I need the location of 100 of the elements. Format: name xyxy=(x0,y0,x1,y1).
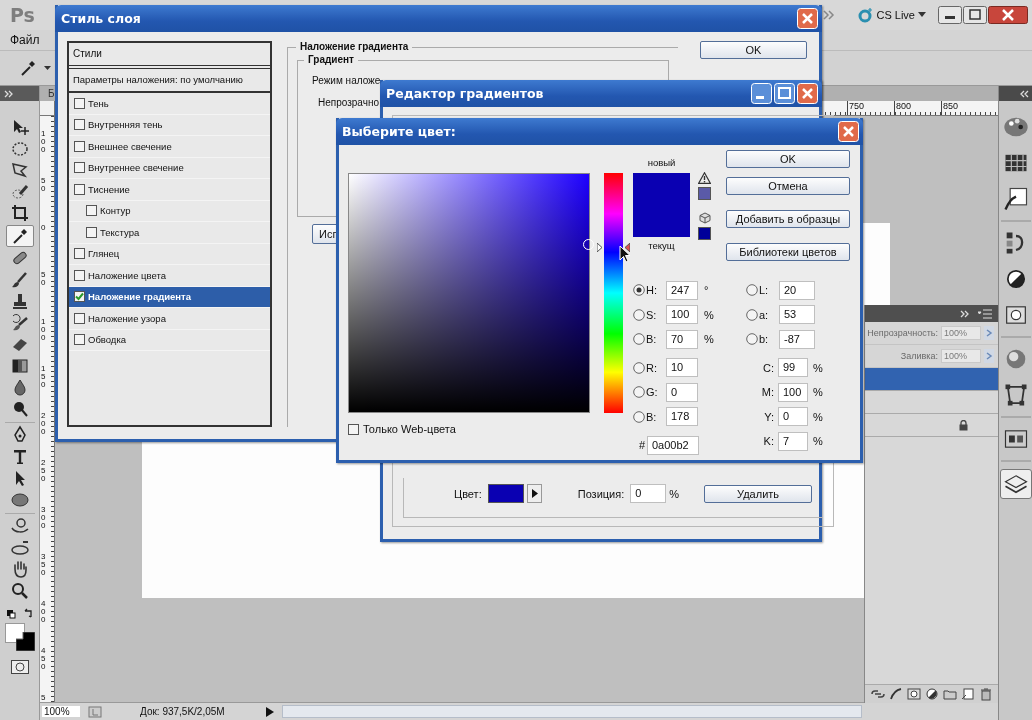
mask-icon[interactable] xyxy=(906,687,922,701)
style-list-item[interactable]: Внутренняя тень xyxy=(69,114,270,136)
checkbox[interactable] xyxy=(86,226,97,238)
radio-button[interactable] xyxy=(746,284,758,297)
current-color-swatch[interactable] xyxy=(633,205,690,237)
close-icon[interactable] xyxy=(988,6,1028,24)
value-field[interactable]: 20 xyxy=(779,280,815,300)
play-icon[interactable] xyxy=(266,706,274,717)
color-field[interactable] xyxy=(348,173,590,413)
list-item[interactable]: Параметры наложения: по умолчанию xyxy=(69,69,270,93)
scrollbar[interactable] xyxy=(282,705,862,718)
document-tab[interactable]: Б xyxy=(48,88,55,99)
style-list-item[interactable]: Внутреннее свечение xyxy=(69,157,270,179)
mask-icon[interactable] xyxy=(10,660,29,674)
cube-icon[interactable] xyxy=(698,212,711,224)
trash-icon[interactable] xyxy=(978,687,994,701)
page-icon[interactable] xyxy=(960,687,976,701)
checkbox[interactable] xyxy=(74,140,85,152)
ruler-label: 100 xyxy=(40,130,46,156)
checkbox[interactable] xyxy=(74,119,85,131)
style-list-item[interactable]: Тень xyxy=(69,93,270,115)
maximize-icon[interactable] xyxy=(963,6,987,24)
color-swatch[interactable] xyxy=(487,484,524,503)
button[interactable]: Библиотеки цветов xyxy=(726,243,850,261)
checkbox[interactable] xyxy=(86,205,97,217)
checkbox[interactable] xyxy=(74,291,85,303)
radio-button[interactable] xyxy=(633,284,645,297)
warning-icon[interactable] xyxy=(698,172,711,184)
adjustment-icon[interactable] xyxy=(924,687,940,701)
ok-button[interactable]: OK xyxy=(726,150,850,168)
gamut-swatch[interactable] xyxy=(698,187,711,200)
ruler-label: 450 xyxy=(40,647,46,673)
checkbox[interactable] xyxy=(74,248,85,260)
value-field[interactable]: -87 xyxy=(779,329,815,349)
value-field[interactable]: 53 xyxy=(779,305,815,325)
checkbox[interactable] xyxy=(74,334,85,346)
checkbox[interactable] xyxy=(74,312,85,324)
web-color-swatch[interactable] xyxy=(698,227,711,240)
value-field[interactable]: 178 xyxy=(666,407,698,427)
style-list-item[interactable]: Наложение узора xyxy=(69,308,270,330)
radio-button[interactable] xyxy=(633,386,645,399)
play-icon[interactable] xyxy=(526,484,542,503)
radio-button[interactable] xyxy=(633,333,645,346)
position-field[interactable]: 0 xyxy=(630,484,667,503)
button[interactable]: Добавить в образцы xyxy=(726,210,850,228)
value-field[interactable]: 100 xyxy=(778,382,808,402)
list-header[interactable]: Стили xyxy=(69,43,270,69)
minimize-icon[interactable] xyxy=(938,6,962,24)
radio-button[interactable] xyxy=(633,361,645,374)
value-field[interactable]: 10 xyxy=(666,358,698,378)
value-field[interactable]: 247 xyxy=(666,280,698,300)
ruler-label: 350 xyxy=(40,553,46,579)
delete-button[interactable]: Удалить xyxy=(704,484,813,503)
value-field[interactable]: 100 xyxy=(666,305,698,325)
item-label: Тиснение xyxy=(88,183,130,195)
eyedropper-icon[interactable] xyxy=(5,224,34,247)
layers-icon[interactable] xyxy=(999,469,1032,499)
value-field[interactable]: 0 xyxy=(666,382,698,402)
field-label: M: xyxy=(760,386,774,399)
checkbox[interactable] xyxy=(74,269,85,281)
item-label: Внутренняя тень xyxy=(88,119,163,131)
value-field[interactable]: 0a00b2 xyxy=(647,435,699,455)
style-list-item[interactable]: Тиснение xyxy=(69,179,270,201)
style-list-item[interactable]: Внешнее свечение xyxy=(69,136,270,158)
radio-button[interactable] xyxy=(746,308,758,321)
radio-button[interactable] xyxy=(633,410,645,423)
field-label: C: xyxy=(762,361,774,374)
slider-handle[interactable] xyxy=(597,243,630,253)
ok-button[interactable]: OK xyxy=(700,41,807,59)
ring-icon xyxy=(857,7,874,23)
field-label: Позиция: xyxy=(577,487,625,500)
style-list-item[interactable]: Контур xyxy=(69,200,270,222)
ruler-label: 800 xyxy=(894,101,941,115)
menu-item[interactable]: Файл xyxy=(10,33,40,47)
section-title: Наложение градиента xyxy=(296,41,413,52)
value-field[interactable]: 70 xyxy=(666,329,698,349)
radio-button[interactable] xyxy=(633,308,645,321)
checkbox[interactable] xyxy=(74,183,85,195)
style-icon[interactable] xyxy=(888,687,904,701)
background-color-swatch[interactable] xyxy=(15,632,35,651)
style-list-item[interactable]: Текстура xyxy=(69,222,270,244)
style-list-item[interactable]: Наложение цвета xyxy=(69,265,270,287)
style-list-item[interactable]: Наложение градиента xyxy=(69,286,270,308)
checkbox[interactable] xyxy=(74,97,85,109)
checkbox[interactable] xyxy=(348,423,359,435)
value-field[interactable]: 7 xyxy=(778,431,808,451)
value-field[interactable]: 99 xyxy=(778,358,808,378)
field-label: Заливка: xyxy=(900,351,938,361)
style-list-item[interactable]: Глянец xyxy=(69,243,270,265)
style-list-item[interactable]: Обводка xyxy=(69,329,270,351)
value-field[interactable]: 0 xyxy=(778,407,808,427)
field-label: B: xyxy=(646,410,658,423)
cs-live-button[interactable]: CS Live xyxy=(857,7,926,23)
button[interactable]: Отмена xyxy=(726,177,850,195)
link-icon[interactable] xyxy=(870,687,886,701)
zoom-field[interactable]: 100% xyxy=(42,706,80,717)
field-label: Y: xyxy=(763,410,774,423)
item-label: Тень xyxy=(88,97,109,109)
radio-button[interactable] xyxy=(746,333,758,346)
checkbox[interactable] xyxy=(74,162,85,174)
